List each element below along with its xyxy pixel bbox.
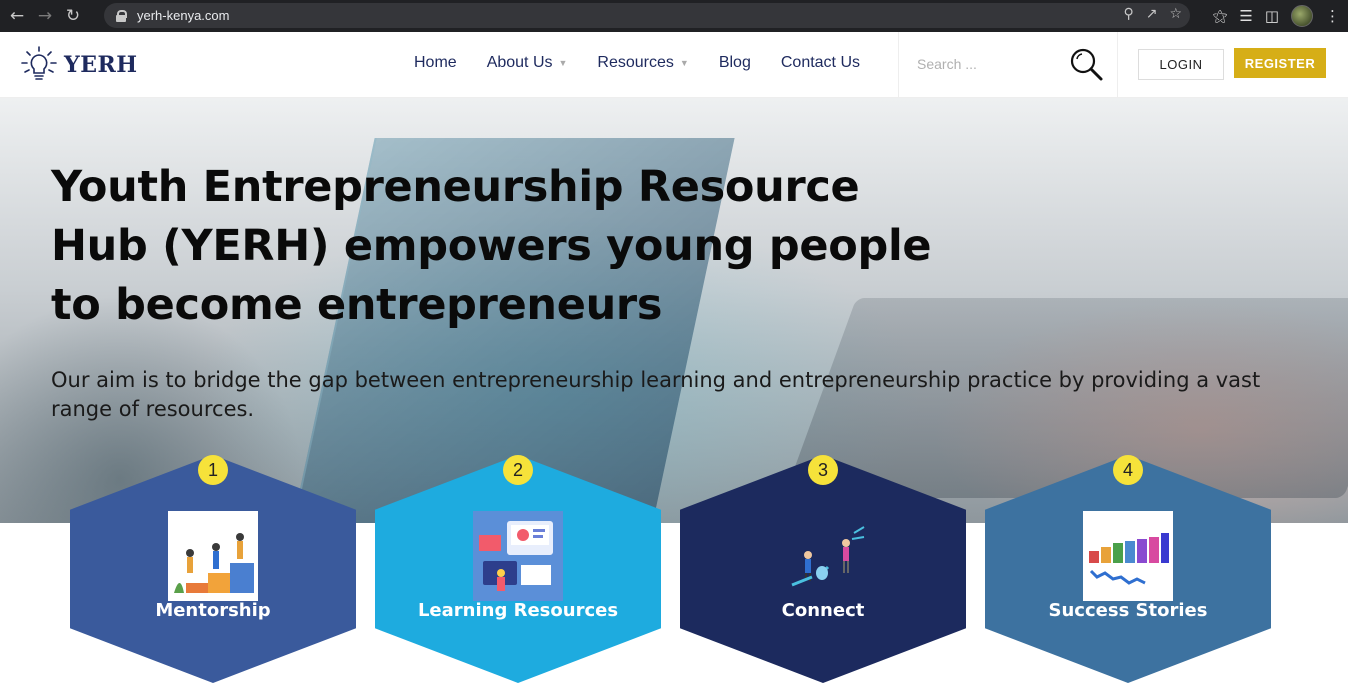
nav-about-us-label[interactable]: About Us: [487, 54, 553, 72]
reload-icon[interactable]: ↻: [62, 5, 84, 27]
nav-blog[interactable]: Blog: [719, 54, 751, 72]
address-bar[interactable]: yerh-kenya.com ⚲ ↗ ☆: [104, 3, 1190, 28]
learning-resources-illustration: [473, 511, 563, 601]
nav-resources[interactable]: Resources ▼: [597, 54, 688, 72]
star-icon[interactable]: ☆: [1169, 6, 1182, 22]
feature-number-badge: 1: [198, 455, 228, 485]
forward-arrow-icon[interactable]: →: [34, 5, 56, 27]
hero-title: Youth Entrepreneurship Resource Hub (YER…: [51, 162, 932, 330]
nav-contact-us[interactable]: Contact Us: [781, 54, 860, 72]
caret-down-icon[interactable]: ▼: [559, 58, 568, 68]
caret-down-icon[interactable]: ▼: [680, 58, 689, 68]
feature-label[interactable]: Learning Resources: [375, 600, 661, 621]
feature-mentorship[interactable]: 1 Mentorship: [70, 455, 356, 683]
nav-resources-label[interactable]: Resources: [597, 54, 673, 72]
main-nav: Home About Us ▼ Resources ▼ Blog Contact U…: [414, 54, 860, 72]
lock-icon[interactable]: [116, 9, 127, 22]
search-icon[interactable]: [1069, 47, 1105, 83]
connect-illustration: [791, 526, 865, 587]
success-story-illustration: [1083, 511, 1173, 601]
feature-label[interactable]: Connect: [680, 600, 966, 621]
side-panel-icon[interactable]: ◫: [1265, 7, 1279, 25]
url-text[interactable]: yerh-kenya.com: [137, 8, 229, 23]
nav-home[interactable]: Home: [414, 54, 457, 72]
media-icon[interactable]: ☰: [1239, 7, 1252, 25]
site-header: YERH Home About Us ▼ Resources ▼ Blog Cont…: [0, 32, 1348, 98]
feature-label[interactable]: Success Stories: [985, 600, 1271, 621]
feature-connect[interactable]: 3 Connect: [680, 455, 966, 683]
register-button[interactable]: REGISTER: [1234, 48, 1326, 78]
extensions-icon[interactable]: ⚝: [1213, 7, 1228, 25]
mentorship-illustration: [168, 511, 258, 601]
nav-about-us[interactable]: About Us ▼: [487, 54, 568, 72]
feature-label[interactable]: Mentorship: [70, 600, 356, 621]
feature-number-badge: 4: [1113, 455, 1143, 485]
browser-toolbar: ← → ↻ yerh-kenya.com ⚲ ↗ ☆ ⚝ ☰ ◫ ⋮: [0, 0, 1348, 32]
feature-number-badge: 3: [808, 455, 838, 485]
search-input[interactable]: [917, 53, 1047, 75]
back-arrow-icon[interactable]: ←: [6, 5, 28, 27]
search-area: [898, 32, 1118, 97]
feature-learning-resources[interactable]: 2 Learning Resources: [375, 455, 661, 683]
feature-success-stories[interactable]: 4 Success Stories: [985, 455, 1271, 683]
profile-avatar[interactable]: [1291, 5, 1313, 27]
hero-subtitle: Our aim is to bridge the gap between ent…: [51, 368, 1261, 421]
lightbulb-icon: [21, 46, 57, 80]
logo-text[interactable]: YERH: [64, 52, 138, 78]
login-button[interactable]: LOGIN: [1138, 49, 1224, 80]
key-icon[interactable]: ⚲: [1123, 6, 1133, 22]
share-icon[interactable]: ↗: [1146, 6, 1158, 22]
menu-kebab-icon[interactable]: ⋮: [1325, 7, 1340, 25]
feature-number-badge: 2: [503, 455, 533, 485]
site-logo[interactable]: YERH: [18, 46, 138, 84]
